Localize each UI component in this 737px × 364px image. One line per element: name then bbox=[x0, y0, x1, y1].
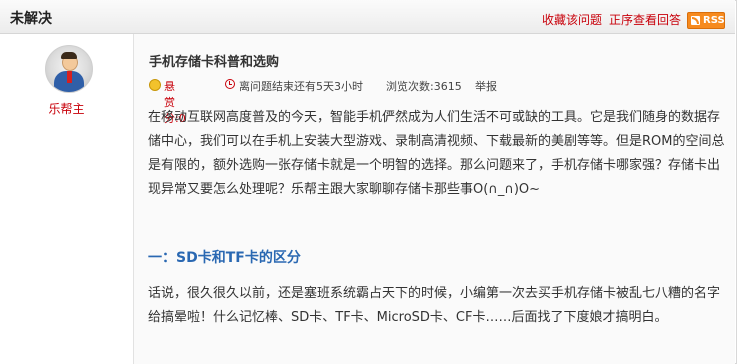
status-title: 未解决 bbox=[10, 11, 52, 27]
view-count: 浏览次数:3615 bbox=[386, 80, 462, 93]
section-heading: 一：SD卡和TF卡的区分 bbox=[148, 250, 301, 266]
question-title: 手机存储卡科普和选购 bbox=[149, 55, 280, 70]
report-link[interactable]: 举报 bbox=[475, 78, 497, 94]
rss-icon bbox=[691, 16, 700, 25]
user-avatar-icon[interactable] bbox=[45, 45, 93, 93]
panel-header: 未解决 收藏该问题 正序查看回答 RSS bbox=[0, 0, 735, 34]
sort-answers-link[interactable]: 正序查看回答 bbox=[609, 11, 681, 28]
question-body: 手机存储卡科普和选购 悬赏分:0 离问题结束还有5天3小时 浏览次数:3615 … bbox=[134, 34, 735, 364]
section-paragraph: 话说，很久很久以前，还是塞班系统霸占天下的时候，小编第一次去买手机存储卡被乱七八… bbox=[148, 286, 721, 325]
intro-paragraph: 在移动互联网高度普及的今天，智能手机俨然成为人们生活不可或缺的工具。它是我们随身… bbox=[148, 110, 725, 197]
rss-button[interactable]: RSS bbox=[687, 12, 725, 29]
coin-icon bbox=[149, 79, 161, 91]
rss-label: RSS bbox=[703, 15, 725, 26]
favorite-question-link[interactable]: 收藏该问题 bbox=[542, 11, 602, 28]
clock-icon bbox=[225, 79, 235, 89]
deadline-label: 离问题结束还有5天3小时 bbox=[239, 80, 363, 93]
author-sidebar: 乐帮主 bbox=[0, 34, 134, 364]
author-name-link[interactable]: 乐帮主 bbox=[0, 100, 133, 117]
